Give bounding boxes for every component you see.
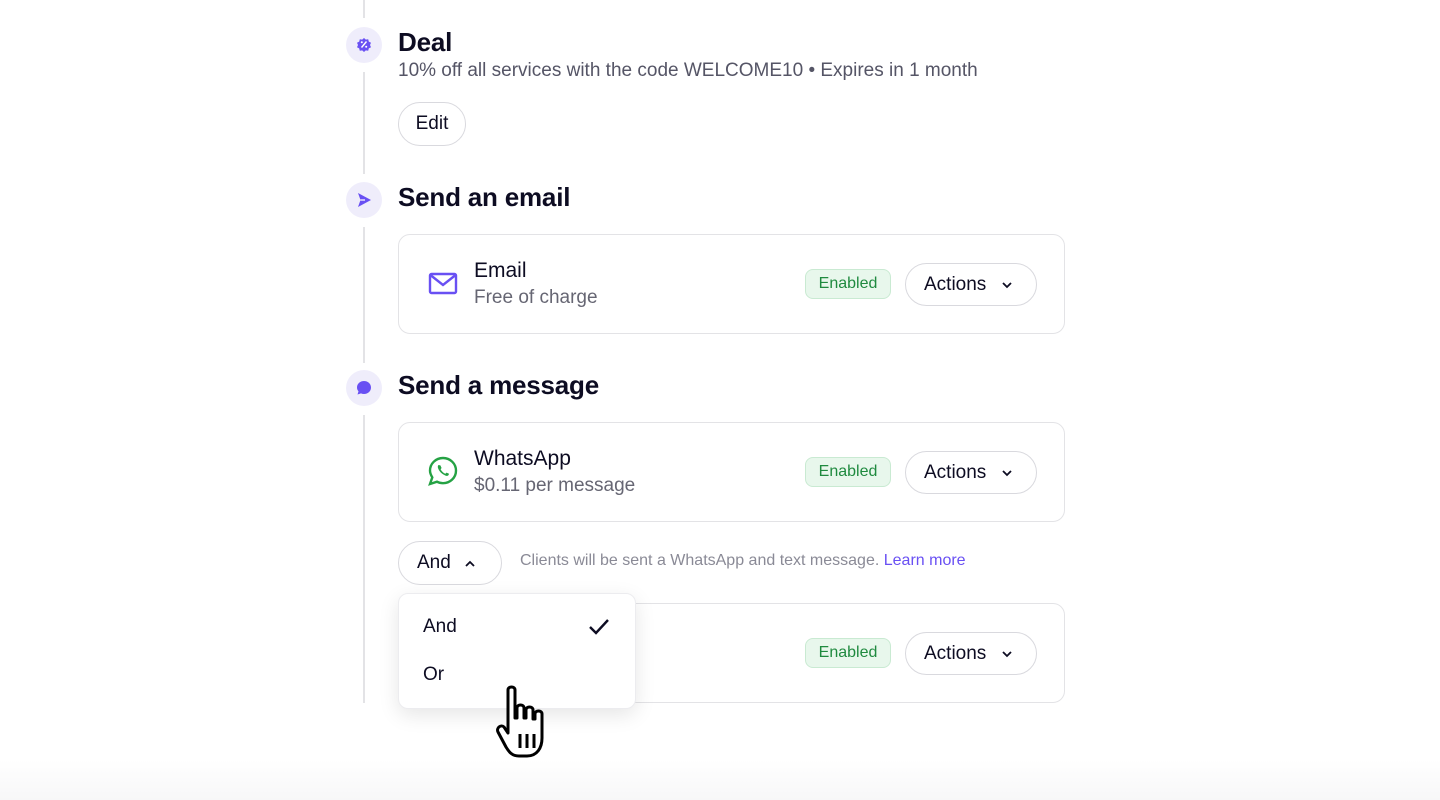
whatsapp-icon: [428, 456, 458, 486]
option-label: Or: [423, 664, 445, 685]
message-section-title: Send a message: [398, 370, 599, 400]
hand-pointer-cursor-icon: [496, 685, 544, 758]
edit-deal-button[interactable]: Edit: [398, 102, 466, 146]
actions-label: Actions: [924, 273, 987, 295]
condition-select-button[interactable]: And: [398, 541, 502, 585]
dropdown-option-and[interactable]: And: [399, 603, 635, 651]
send-arrow-icon: [346, 182, 382, 218]
bottom-fade: [0, 760, 1440, 800]
email-section-title: Send an email: [398, 182, 571, 212]
deal-description: 10% off all services with the code WELCO…: [398, 60, 978, 81]
deal-title: Deal: [398, 27, 453, 57]
chat-bubble-icon: [346, 370, 382, 406]
whatsapp-card-title: WhatsApp: [474, 447, 571, 470]
condition-hint-text: Clients will be sent a WhatsApp and text…: [520, 552, 880, 569]
email-actions-button[interactable]: Actions: [905, 263, 1037, 306]
chevron-up-icon: [465, 560, 475, 567]
discount-badge-icon: [346, 27, 382, 63]
envelope-icon: [428, 272, 458, 295]
condition-selected-label: And: [417, 552, 451, 573]
sms-actions-button[interactable]: Actions: [905, 632, 1037, 675]
chevron-down-icon: [1002, 651, 1012, 658]
option-label: And: [423, 616, 457, 637]
email-card-subtitle: Free of charge: [474, 287, 598, 308]
chevron-down-icon: [1002, 470, 1012, 477]
whatsapp-actions-button[interactable]: Actions: [905, 451, 1037, 494]
checkmark-icon: [589, 619, 609, 635]
whatsapp-channel-card: WhatsApp $0.11 per message Enabled Actio…: [398, 422, 1065, 522]
actions-label: Actions: [924, 642, 987, 664]
chevron-down-icon: [1002, 282, 1012, 289]
learn-more-link[interactable]: Learn more: [884, 552, 966, 569]
actions-label: Actions: [924, 461, 987, 483]
timeline-line: [363, 227, 365, 363]
email-channel-card: Email Free of charge Enabled Actions: [398, 234, 1065, 334]
timeline-line: [363, 0, 365, 18]
status-badge: Enabled: [805, 269, 891, 299]
status-badge: Enabled: [805, 457, 891, 487]
timeline-line: [363, 415, 365, 703]
timeline-line: [363, 72, 365, 174]
whatsapp-card-subtitle: $0.11 per message: [474, 475, 636, 496]
status-badge: Enabled: [805, 638, 891, 668]
condition-hint: Clients will be sent a WhatsApp and text…: [520, 552, 966, 570]
email-card-title: Email: [474, 259, 527, 282]
